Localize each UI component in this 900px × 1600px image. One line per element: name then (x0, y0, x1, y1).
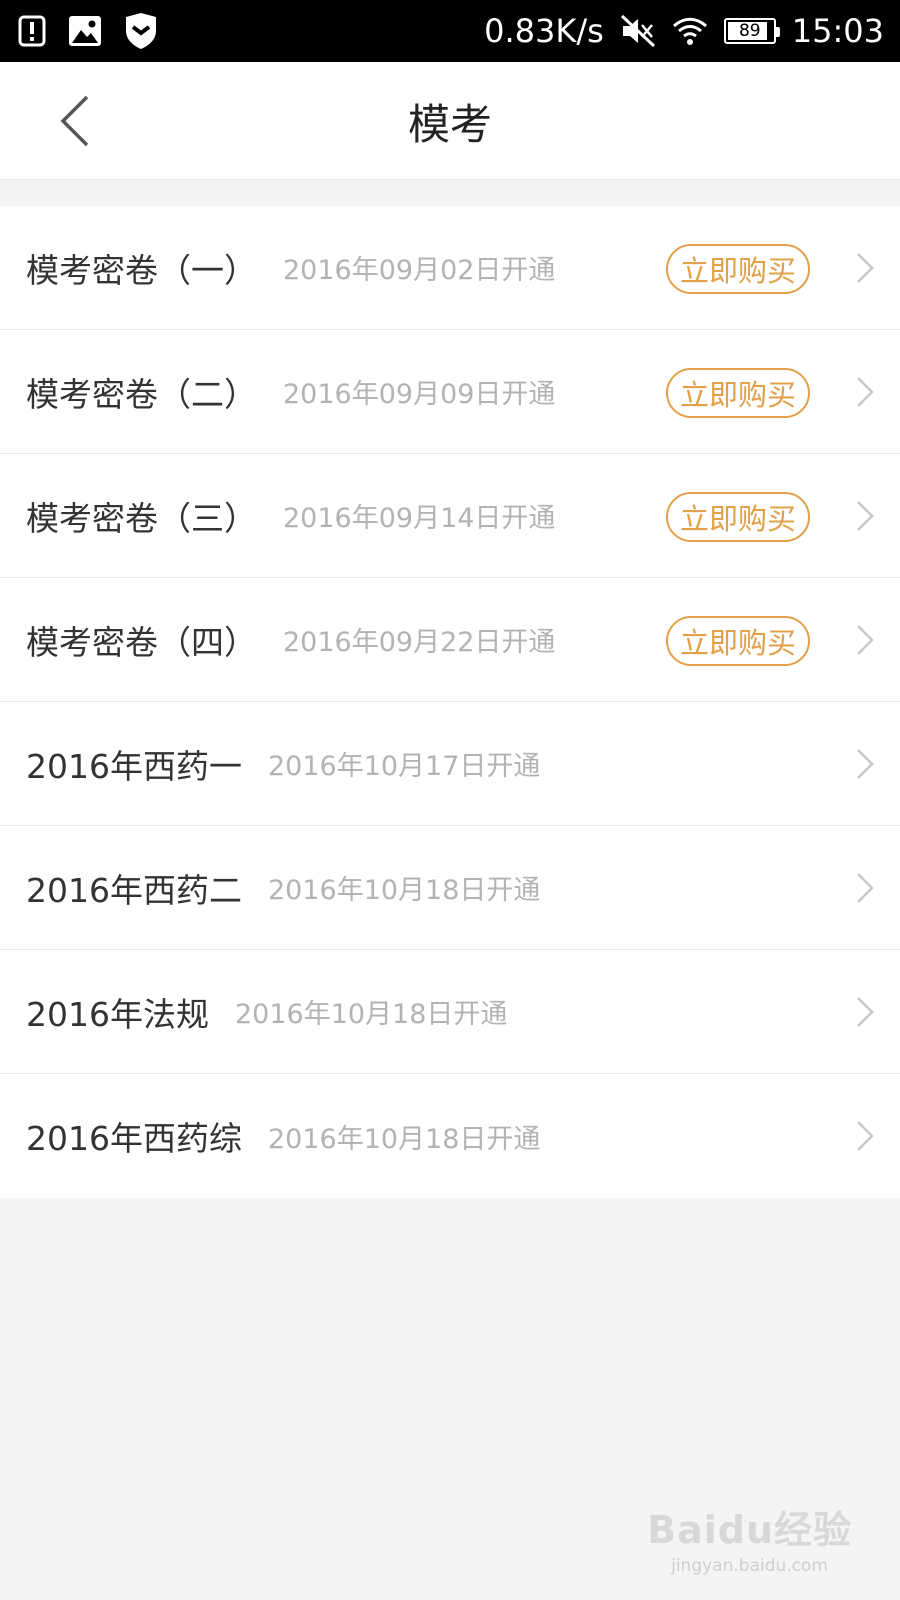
image-notification-icon (68, 15, 102, 47)
item-open-date: 2016年10月18日开通 (234, 999, 508, 1030)
exam-list: 模考密卷（一） 2016年09月02日开通 立即购买 模考密卷（二） 2016年09月0… (0, 206, 900, 1198)
wifi-icon (672, 16, 708, 46)
chevron-right-icon (852, 250, 878, 286)
clock: 15:03 (791, 12, 884, 50)
list-item[interactable]: 2016年西药综 2016年10月18日开通 (0, 1074, 900, 1198)
item-title: 2016年西药一 (26, 746, 242, 786)
status-left-icons (18, 13, 158, 49)
list-item[interactable]: 模考密卷（三） 2016年09月14日开通 立即购买 (0, 454, 900, 578)
item-open-date: 2016年10月18日开通 (267, 875, 541, 906)
list-item[interactable]: 2016年西药二 2016年10月18日开通 (0, 826, 900, 950)
item-open-date: 2016年09月14日开通 (283, 503, 556, 534)
status-right-icons: 0.83K/s 89 15:03 (484, 12, 884, 50)
item-open-date: 2016年09月22日开通 (283, 627, 556, 658)
battery-level: 89 (738, 21, 761, 41)
watermark-url: jingyan.baidu.com (671, 1556, 828, 1576)
item-open-date: 2016年10月18日开通 (267, 1123, 541, 1155)
item-title: 2016年西药综 (26, 1119, 242, 1158)
item-open-date: 2016年10月17日开通 (267, 751, 541, 782)
alert-notification-icon (18, 15, 46, 47)
item-title: 2016年西药二 (26, 870, 242, 910)
nav-bar: 模考 (0, 62, 900, 180)
item-title: 模考密卷（三） (26, 498, 257, 538)
list-item[interactable]: 2016年西药一 2016年10月17日开通 (0, 702, 900, 826)
watermark-logo: Baidu经验 (647, 1508, 852, 1552)
list-item[interactable]: 模考密卷（四） 2016年09月22日开通 立即购买 (0, 578, 900, 702)
buy-now-button[interactable]: 立即购买 (666, 244, 810, 294)
page-title: 模考 (407, 99, 492, 149)
buy-now-button[interactable]: 立即购买 (666, 616, 810, 666)
mute-icon (620, 14, 656, 48)
list-item[interactable]: 模考密卷（二） 2016年09月09日开通 立即购买 (0, 330, 900, 454)
chevron-right-icon (852, 746, 878, 782)
list-item[interactable]: 2016年法规 2016年10月18日开通 (0, 950, 900, 1074)
item-title: 模考密卷（四） (26, 622, 257, 662)
shield-icon (124, 13, 158, 49)
chevron-right-icon (852, 994, 878, 1030)
list-item[interactable]: 模考密卷（一） 2016年09月02日开通 立即购买 (0, 206, 900, 330)
item-title: 2016年法规 (26, 994, 209, 1034)
buy-now-button[interactable]: 立即购买 (666, 492, 810, 542)
item-title: 模考密卷（二） (26, 374, 257, 414)
buy-now-button[interactable]: 立即购买 (666, 368, 810, 418)
chevron-right-icon (852, 870, 878, 906)
watermark: Baidu经验 jingyan.baidu.com (647, 1499, 852, 1576)
chevron-right-icon (852, 622, 878, 658)
item-title: 模考密卷（一） (26, 250, 257, 290)
network-speed: 0.83K/s (484, 12, 604, 50)
chevron-right-icon (852, 1118, 878, 1154)
battery-icon: 89 (723, 18, 780, 44)
chevron-right-icon (852, 498, 878, 534)
chevron-right-icon (852, 374, 878, 410)
item-open-date: 2016年09月02日开通 (283, 255, 556, 286)
status-bar: 0.83K/s 89 15:03 (0, 0, 900, 62)
item-open-date: 2016年09月09日开通 (283, 379, 556, 410)
